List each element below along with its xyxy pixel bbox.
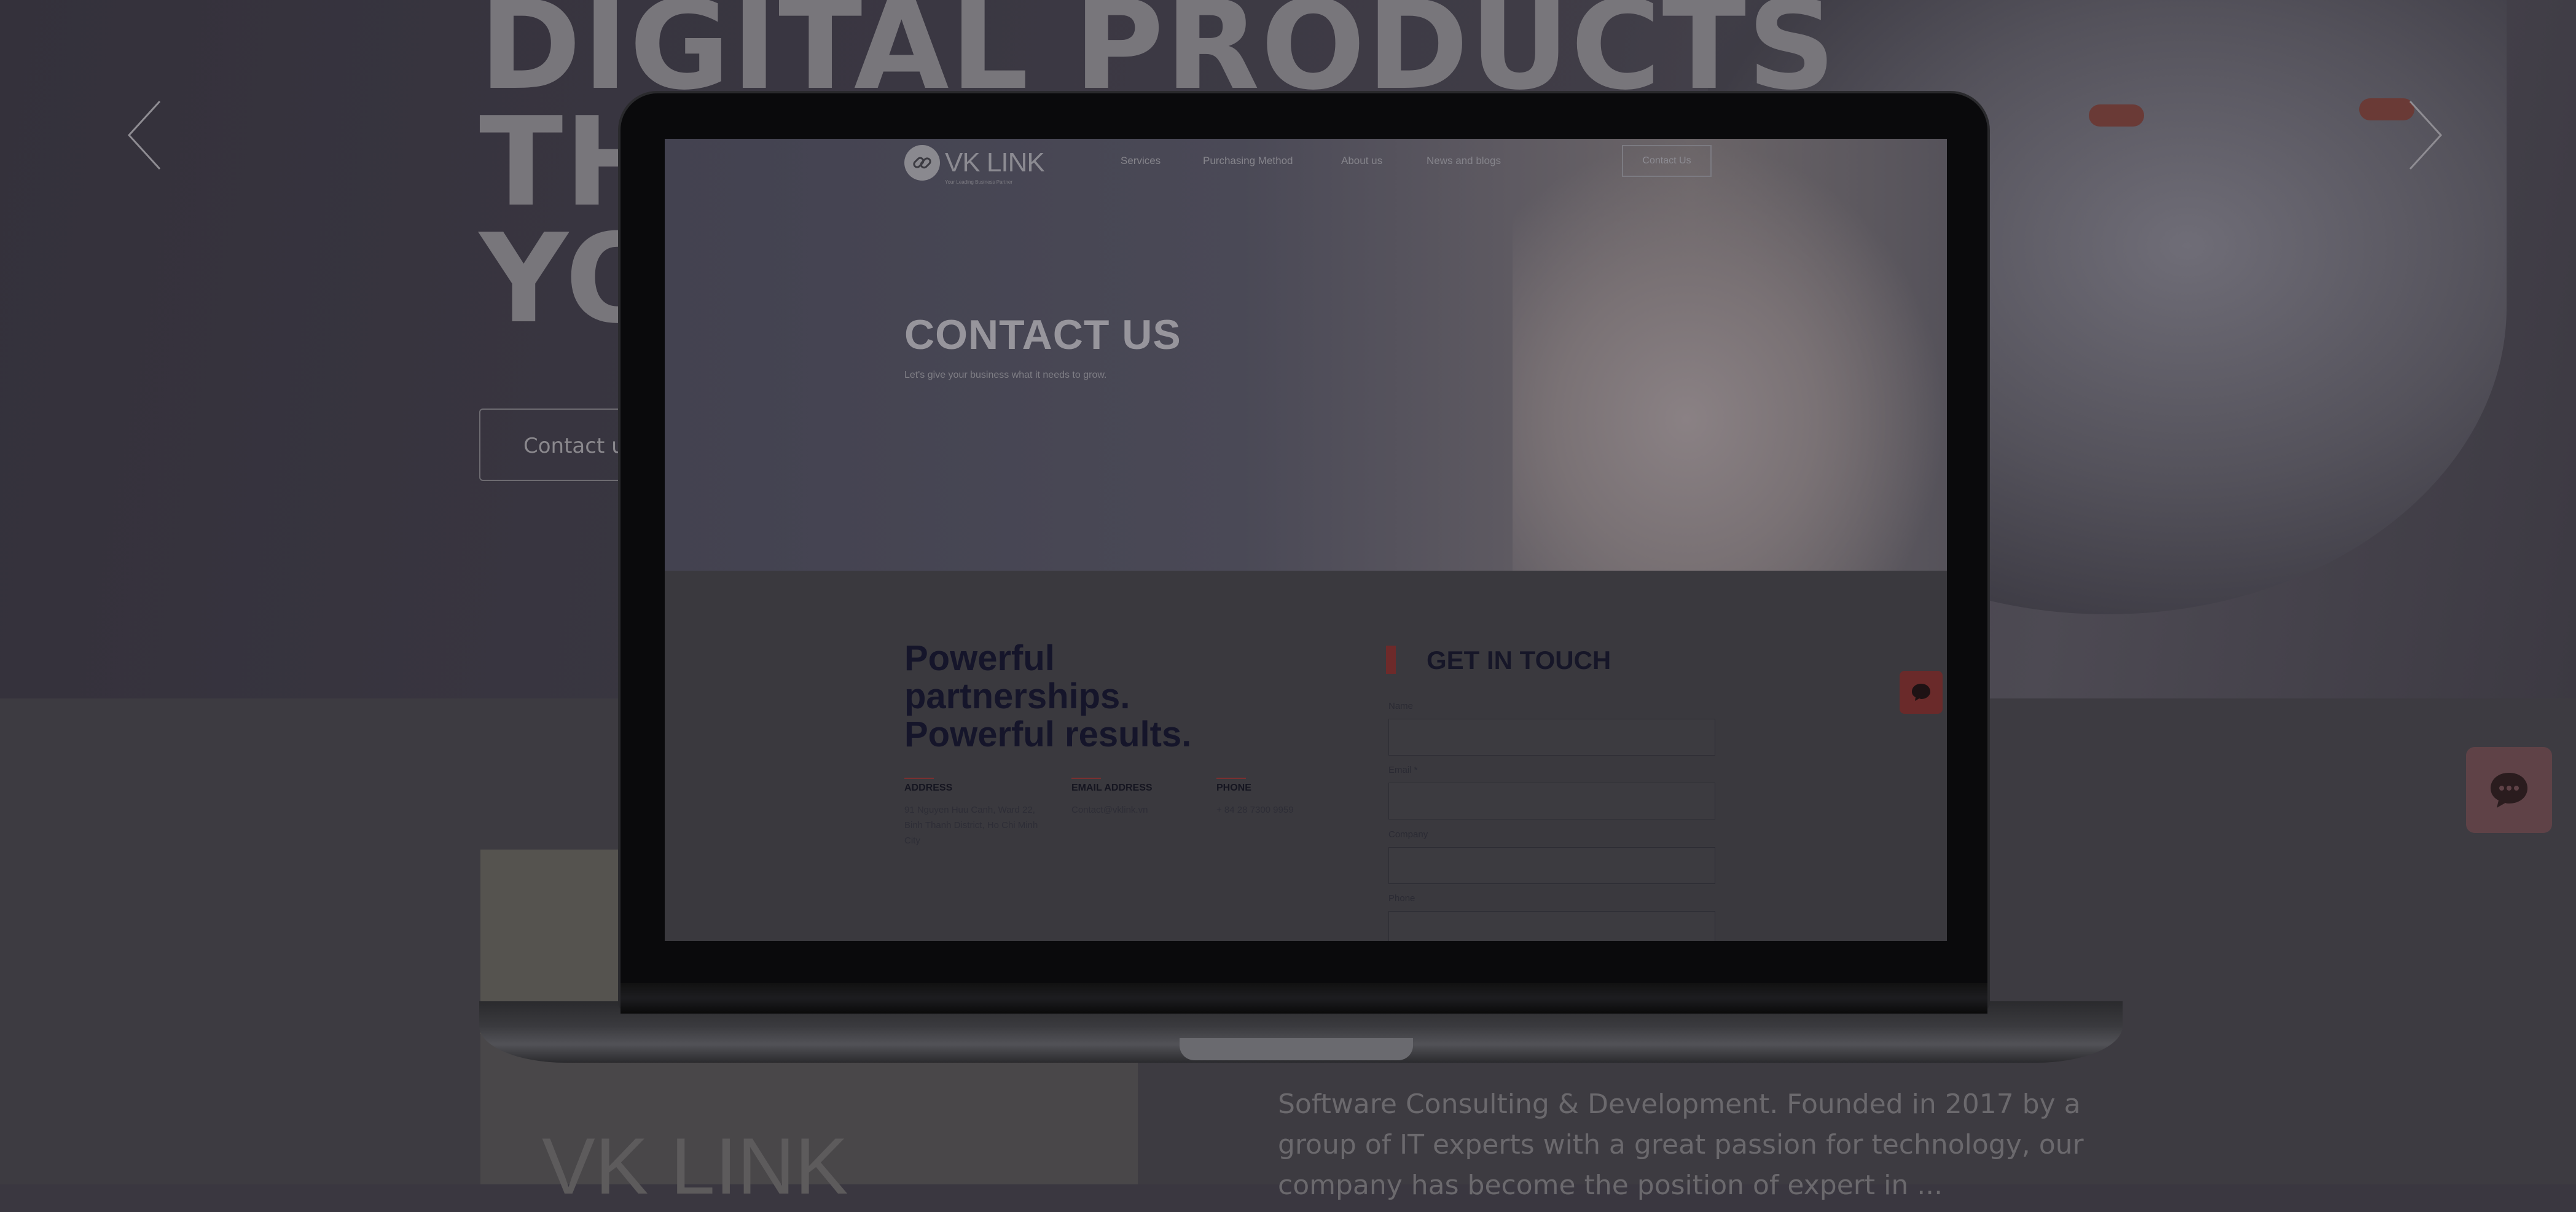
phone-input[interactable] — [1388, 911, 1715, 941]
logo-tagline: Your Leading Business Partner — [945, 179, 1012, 185]
chevron-right-icon[interactable] — [2407, 98, 2444, 172]
about-paragraph: Software Consulting & Development. Found… — [1278, 1089, 2084, 1201]
nav-about-us[interactable]: About us — [1341, 155, 1382, 167]
contact-page-title: CONTACT US — [904, 311, 1181, 358]
link-icon — [913, 157, 931, 169]
phone-link[interactable]: + 84 28 7300 9959 — [1216, 802, 1352, 818]
chat-bubble-icon — [1912, 684, 1930, 701]
laptop-screen: VK LINK Your Leading Business Partner Se… — [665, 139, 1947, 941]
logo-text: VK LINK — [945, 147, 1045, 178]
name-label: Name — [1388, 701, 1414, 711]
company-label: Company — [1388, 829, 1428, 840]
vk-link-logo[interactable]: VK LINK Your Leading Business Partner — [904, 145, 1045, 185]
nav-services[interactable]: Services — [1121, 155, 1161, 167]
section-accent-bar — [1386, 646, 1396, 674]
tagline-heading: Powerful partnerships. Powerful results. — [904, 638, 1192, 754]
screen-content-background — [665, 571, 1947, 941]
address-block: ADDRESS 91 Nguyen Huu Canh, Ward 22, Bin… — [904, 778, 1052, 848]
phone-label: Phone — [1388, 893, 1415, 904]
email-input[interactable] — [1388, 783, 1715, 819]
email-label: Email * — [1388, 765, 1418, 775]
name-input[interactable] — [1388, 719, 1715, 756]
call-center-photo — [1513, 139, 1947, 571]
chat-widget-button[interactable] — [2466, 747, 2552, 833]
laptop-hinge — [621, 983, 1987, 1014]
nav-purchasing-method[interactable]: Purchasing Method — [1203, 155, 1293, 167]
nav-contact-button[interactable]: Contact Us — [1622, 145, 1712, 177]
nav-news-and-blogs[interactable]: News and blogs — [1427, 155, 1501, 167]
get-in-touch-title: GET IN TOUCH — [1427, 646, 1611, 674]
screen-chat-button[interactable] — [1900, 671, 1943, 714]
laptop-notch — [1180, 1038, 1413, 1060]
chevron-left-icon[interactable] — [126, 98, 163, 172]
chat-bubble-icon — [2491, 773, 2527, 808]
contact-page-subtitle: Let's give your business what it needs t… — [904, 370, 1107, 380]
email-block: EMAIL ADDRESS Contact@vklink.vn — [1071, 778, 1207, 818]
phone-block: PHONE + 84 28 7300 9959 — [1216, 778, 1352, 818]
company-input[interactable] — [1388, 847, 1715, 884]
email-link[interactable]: Contact@vklink.vn — [1071, 802, 1207, 818]
